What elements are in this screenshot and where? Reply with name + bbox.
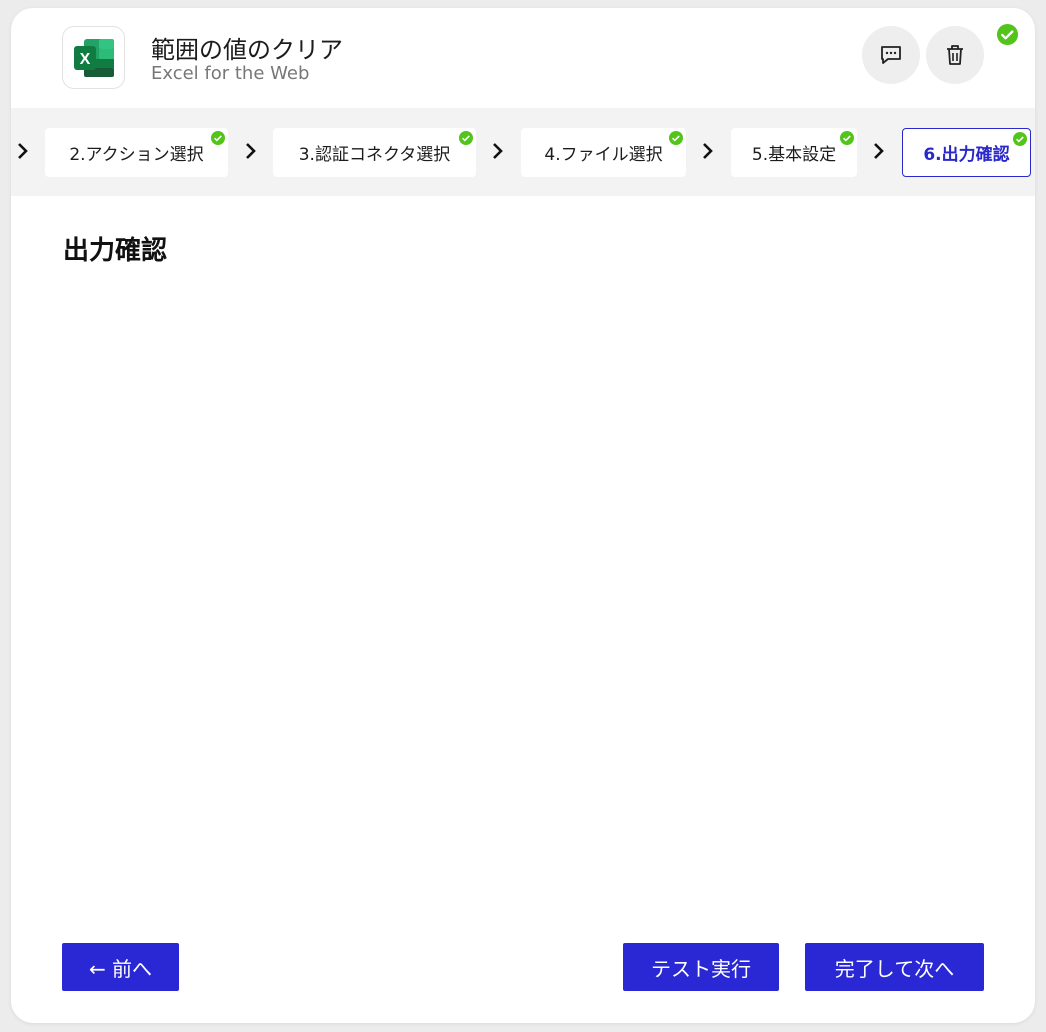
check-circle-icon (840, 131, 854, 145)
svg-text:X: X (79, 51, 90, 68)
step-label: 2.アクション選択 (69, 145, 204, 165)
step-label: 3.認証コネクタ選択 (298, 145, 451, 165)
comment-button[interactable] (862, 26, 920, 84)
section-title: 出力確認 (63, 236, 168, 266)
chevron-right-icon (493, 143, 503, 159)
step-card: X 範囲の値のクリア Excel for the Web 2.アクション選択 3… (11, 8, 1035, 1023)
chevron-right-icon (874, 143, 884, 159)
delete-button[interactable] (926, 26, 984, 84)
check-circle-icon (1013, 132, 1027, 146)
chevron-right-icon (703, 143, 713, 159)
step-label: 5.基本設定 (751, 145, 837, 165)
check-circle-icon (669, 131, 683, 145)
comment-icon (881, 46, 901, 64)
prev-button[interactable]: ← 前へ (62, 943, 179, 991)
check-circle-icon (211, 131, 225, 145)
check-circle-icon (996, 23, 1019, 46)
check-circle-icon (459, 131, 473, 145)
step-basic-settings[interactable]: 5.基本設定 (731, 128, 857, 177)
trash-icon (947, 45, 963, 65)
complete-next-button[interactable]: 完了して次へ (805, 943, 984, 991)
page-title: 範囲の値のクリア (151, 36, 343, 64)
app-subtitle: Excel for the Web (151, 63, 310, 84)
step-output-confirm[interactable]: 6.出力確認 (902, 128, 1031, 177)
header: X 範囲の値のクリア Excel for the Web (11, 8, 1035, 108)
step-action-select[interactable]: 2.アクション選択 (45, 128, 228, 177)
step-file-select[interactable]: 4.ファイル選択 (521, 128, 686, 177)
step-label: 4.ファイル選択 (544, 145, 663, 165)
step-connector-select[interactable]: 3.認証コネクタ選択 (273, 128, 476, 177)
chevron-right-icon (18, 143, 28, 159)
excel-icon: X (62, 26, 125, 89)
step-navigation: 2.アクション選択 3.認証コネクタ選択 4.ファイル選択 5.基本設定 6.出… (11, 108, 1035, 196)
step-label: 6.出力確認 (923, 145, 1010, 165)
test-run-button[interactable]: テスト実行 (623, 943, 779, 991)
chevron-right-icon (246, 143, 256, 159)
